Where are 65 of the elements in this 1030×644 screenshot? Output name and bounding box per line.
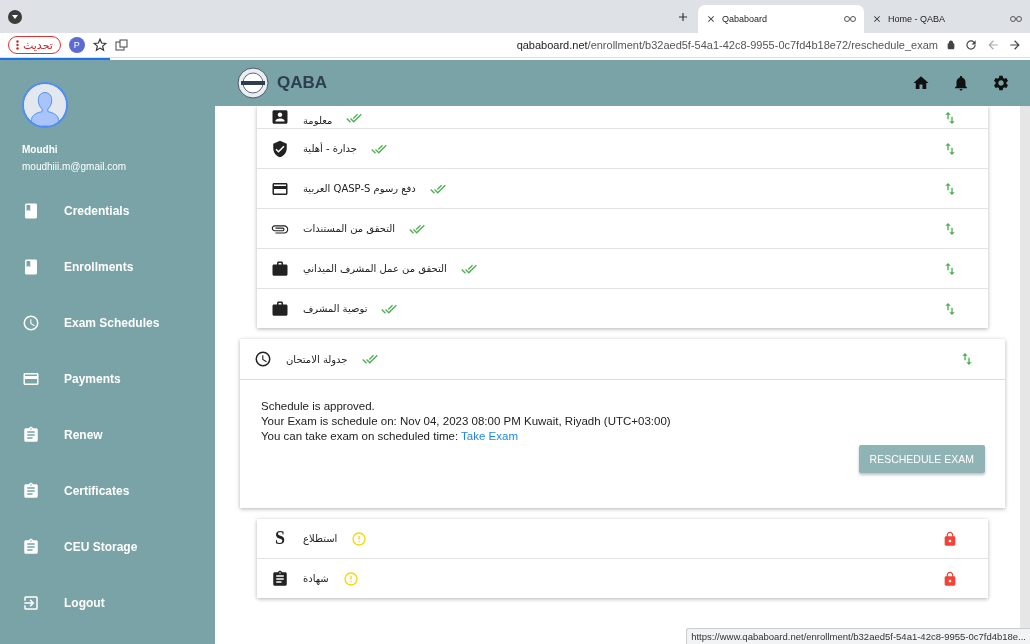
step-label: جدارة - أهلية — [303, 143, 357, 154]
step-row[interactable]: التحقق من المستندات — [257, 209, 988, 249]
step-row[interactable]: دفع رسوم QASP-S العربية — [257, 169, 988, 209]
book-icon — [22, 258, 40, 276]
forward-icon — [1008, 38, 1022, 52]
user-email: moudhiii.m@gmail.com — [22, 161, 128, 172]
step-label: شهادة — [303, 573, 329, 584]
step-label: التحقق من عمل المشرف الميداني — [303, 263, 447, 274]
audio-icon — [1010, 15, 1022, 23]
schedule-text: Your Exam is schedule on: Nov 04, 2023 08:00 PM Kuwait, Riyadh (UTC+03:00) — [261, 415, 672, 427]
step-row[interactable]: التحقق من عمل المشرف الميداني — [257, 249, 988, 289]
browser-tab[interactable]: Home - QABA — [864, 5, 1030, 33]
home-icon — [912, 74, 930, 92]
lock-icon — [942, 570, 958, 587]
app-title: QABA — [277, 73, 329, 93]
avatar-silhouette — [22, 82, 68, 128]
clipboard-icon — [22, 482, 40, 500]
step-label: معلومة — [303, 115, 333, 126]
settings-icon — [992, 74, 1010, 92]
step-row[interactable]: شهادة — [257, 559, 988, 598]
more-dots-icon — [16, 40, 19, 50]
schedule-text: Schedule is approved. — [261, 400, 376, 412]
url-path[interactable]: /enrollment/b32aed5f-54a1-42c8-9955-0c7fd4b18e72/reschedule_exam — [587, 39, 938, 51]
update-button[interactable]: تحديث — [8, 36, 61, 54]
shield-check-icon — [271, 139, 289, 158]
take-exam-text: You can take exam on scheduled time: Take Exam — [261, 430, 519, 442]
step-label: جدولة الامتحان — [286, 353, 348, 365]
close-icon — [872, 14, 882, 24]
lock-icon — [942, 530, 958, 547]
clipboard-icon — [22, 538, 40, 556]
take-exam-link[interactable]: Take Exam — [461, 430, 518, 442]
step-row[interactable]: جدولة الامتحان — [240, 339, 1005, 380]
clipboard-icon — [271, 569, 289, 588]
logout-icon — [22, 594, 40, 612]
url-host[interactable]: qababoard.net — [516, 39, 588, 51]
step-row[interactable]: جدارة - أهلية — [257, 129, 988, 169]
bookmark-star-icon — [92, 38, 107, 52]
step-label: توصية المشرف — [303, 303, 368, 314]
extension-icon[interactable] — [114, 38, 128, 52]
briefcase-icon — [271, 299, 289, 318]
step-label: استطلاع — [303, 533, 338, 544]
close-icon — [706, 14, 716, 24]
step-label: التحقق من المستندات — [303, 223, 396, 234]
browser-tab[interactable]: Qababoard — [698, 5, 864, 33]
briefcase-icon — [271, 259, 289, 278]
user-name: Moudhi — [22, 144, 59, 155]
back-icon — [986, 38, 1000, 52]
clock-icon — [254, 350, 272, 368]
audio-icon — [844, 15, 856, 23]
reload-icon — [964, 38, 978, 52]
credit-card-icon — [22, 370, 40, 388]
notifications-icon — [952, 74, 970, 92]
qaba-seal-logo — [237, 67, 269, 99]
book-icon — [22, 202, 40, 220]
profile-avatar[interactable]: P — [68, 37, 85, 53]
clock-icon — [22, 314, 40, 332]
step-row[interactable]: معلومة — [257, 106, 988, 129]
clipboard-icon — [22, 426, 40, 444]
browser-menu-icon[interactable] — [8, 9, 22, 24]
contact-card-icon — [271, 108, 289, 126]
step-row[interactable]: توصية المشرف — [257, 289, 988, 328]
lock-icon — [946, 40, 956, 50]
letter-icon: S — [271, 528, 289, 549]
step-label: دفع رسوم QASP-S العربية — [303, 183, 416, 194]
status-url: https://www.qababoard.net/enrollment/b32aed5f-54a1-42c8-9955-0c7fd4b18e... — [691, 631, 1026, 642]
